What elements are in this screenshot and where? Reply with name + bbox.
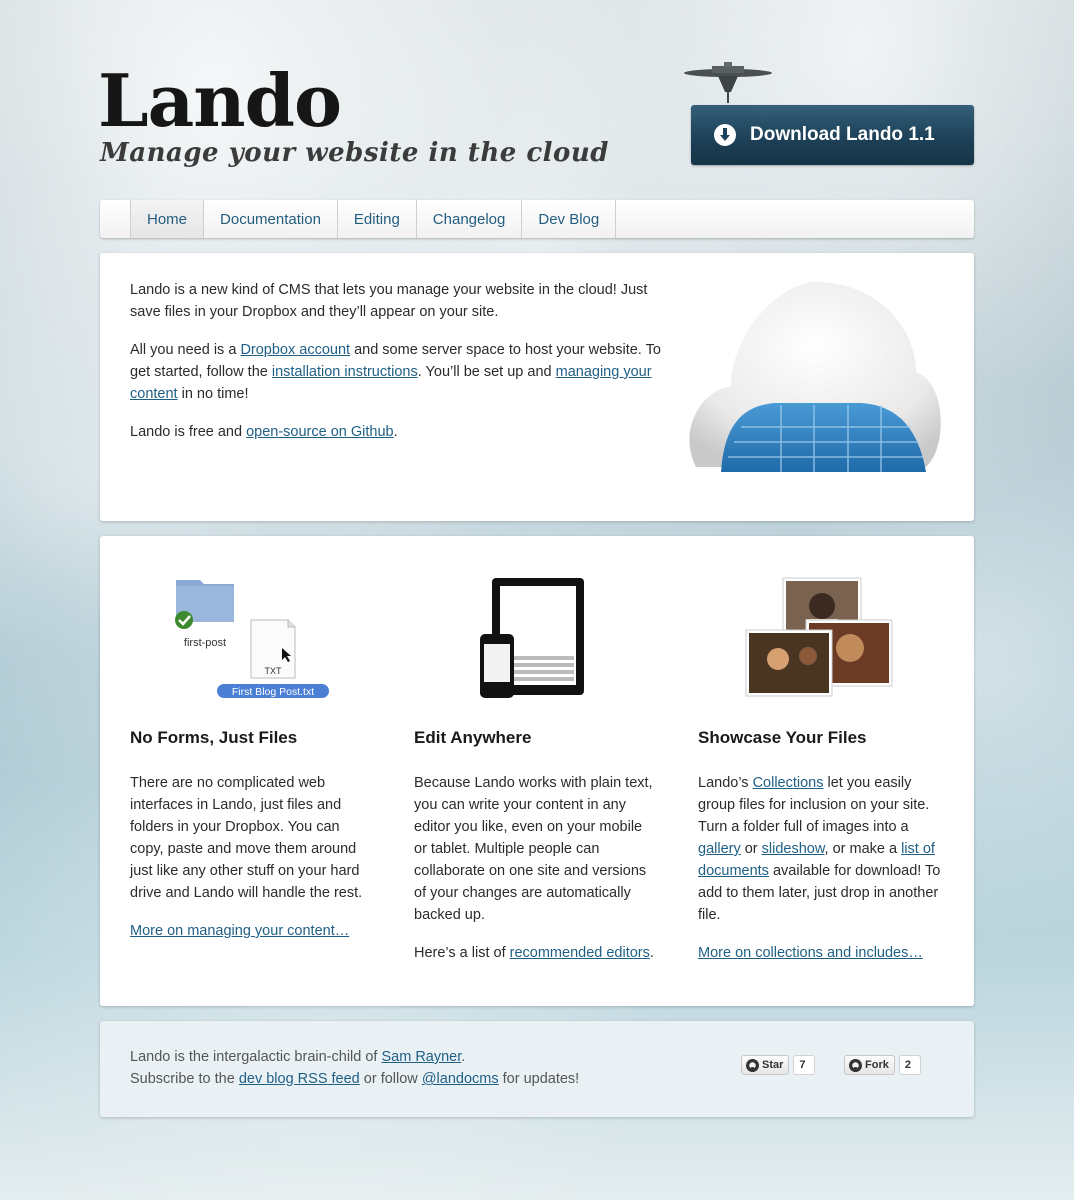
nav-item-home[interactable]: Home — [131, 200, 205, 238]
gallery-link[interactable]: gallery — [698, 841, 741, 857]
github-star-button[interactable]: Star — [741, 1055, 790, 1075]
footer-text: Lando is the intergalactic brain-child o… — [130, 1046, 579, 1090]
intro-text-span: All you need is a — [130, 342, 241, 358]
feature-editors-paragraph: Here’s a list of recommended editors. — [414, 942, 659, 964]
intro-paragraph-2: All you need is a Dropbox account and so… — [130, 339, 670, 405]
recommended-editors-link[interactable]: recommended editors — [510, 945, 650, 961]
feature-body-showcase: Lando’s Collections let you easily group… — [698, 772, 943, 980]
footer-text-span: Subscribe to the — [130, 1071, 239, 1087]
feature-paragraph: Lando’s Collections let you easily group… — [698, 772, 943, 926]
fork-label: Fork — [865, 1059, 889, 1071]
footer-text-span: . — [461, 1049, 466, 1065]
feature-body-no-forms: There are no complicated web interfaces … — [130, 772, 375, 958]
more-collections-link[interactable]: More on collections and includes… — [698, 945, 923, 961]
feature-text-span: Lando’s — [698, 775, 753, 791]
nav-item-editing[interactable]: Editing — [338, 200, 417, 238]
rss-feed-link[interactable]: dev blog RSS feed — [239, 1071, 360, 1087]
github-star-widget: Star 7 — [741, 1055, 816, 1075]
intro-text-span: . You’ll be set up and — [417, 364, 556, 380]
feature-text-span: , or make a — [824, 841, 902, 857]
folder-label: first-post — [184, 637, 226, 649]
cloud-folder-icon — [689, 282, 941, 472]
dropbox-account-link[interactable]: Dropbox account — [240, 342, 350, 358]
github-source-link[interactable]: open-source on Github — [246, 424, 394, 440]
site-logo-title[interactable]: Lando — [98, 58, 342, 143]
feature-paragraph: There are no complicated web interfaces … — [130, 775, 363, 901]
feature-text-span: . — [649, 945, 654, 961]
nav-item-documentation[interactable]: Documentation — [204, 200, 338, 238]
footer-line-2: Subscribe to the dev blog RSS feed or fo… — [130, 1068, 579, 1090]
feature-title-showcase: Showcase Your Files — [698, 728, 867, 747]
feature-text-span: Here’s a list of — [414, 945, 510, 961]
site-tagline: Manage your website in the cloud — [100, 138, 609, 168]
file-type-label: TXT — [265, 666, 283, 676]
intro-paragraph-3: Lando is free and open-source on Github. — [130, 421, 670, 443]
folder-file-icon: first-post TXT First Blog Post.txt — [175, 580, 329, 698]
feature-body-edit-anywhere: Because Lando works with plain text, you… — [414, 772, 659, 980]
github-icon — [849, 1058, 862, 1072]
fork-count[interactable]: 2 — [898, 1055, 921, 1075]
feature-title-edit-anywhere: Edit Anywhere — [414, 728, 532, 747]
nav-item-dev-blog[interactable]: Dev Blog — [522, 200, 617, 238]
intro-text-span: in no time! — [177, 386, 249, 402]
star-label: Star — [762, 1059, 784, 1071]
photo-collection-icon — [745, 577, 893, 697]
footer-text-span: for updates! — [498, 1071, 580, 1087]
intro-text-span: . — [393, 424, 398, 440]
slideshow-link[interactable]: slideshow — [762, 841, 825, 857]
more-managing-content-link[interactable]: More on managing your content… — [130, 923, 349, 939]
features-panel: first-post TXT First Blog Post.txt No Fo… — [100, 536, 974, 1006]
collections-link[interactable]: Collections — [753, 775, 824, 791]
nav-item-changelog[interactable]: Changelog — [417, 200, 523, 238]
intro-panel: Lando is a new kind of CMS that lets you… — [100, 253, 974, 521]
cloud-city-icon — [684, 62, 772, 103]
github-fork-button[interactable]: Fork — [844, 1055, 895, 1075]
feature-title-no-forms: No Forms, Just Files — [130, 728, 298, 747]
star-count[interactable]: 7 — [793, 1055, 816, 1075]
footer-panel: Lando is the intergalactic brain-child o… — [100, 1021, 974, 1117]
feature-more-paragraph: More on managing your content… — [130, 920, 375, 942]
intro-text-span: Lando is free and — [130, 424, 247, 440]
footer-line-1: Lando is the intergalactic brain-child o… — [130, 1046, 579, 1068]
author-link[interactable]: Sam Rayner — [381, 1049, 461, 1065]
feature-text-span: or — [740, 841, 762, 857]
download-label: Download Lando 1.1 — [750, 124, 935, 145]
github-icon — [746, 1058, 759, 1072]
installation-instructions-link[interactable]: installation instructions — [272, 364, 418, 380]
intro-paragraph-1: Lando is a new kind of CMS that lets you… — [130, 282, 648, 320]
feature-more-paragraph: More on collections and includes… — [698, 942, 943, 964]
file-name-label: First Blog Post.txt — [232, 686, 314, 698]
twitter-link[interactable]: @landocms — [422, 1071, 499, 1087]
download-arrow-icon — [714, 124, 736, 146]
feature-paragraph: Because Lando works with plain text, you… — [414, 775, 653, 923]
github-fork-widget: Fork 2 — [844, 1055, 921, 1075]
intro-text: Lando is a new kind of CMS that lets you… — [130, 279, 670, 459]
nav-list: Home Documentation Editing Changelog Dev… — [130, 200, 617, 238]
main-nav: Home Documentation Editing Changelog Dev… — [100, 200, 974, 238]
devices-icon — [480, 578, 584, 698]
footer-text-span: or follow — [359, 1071, 422, 1087]
footer-text-span: Lando is the intergalactic brain-child o… — [130, 1049, 382, 1065]
download-button[interactable]: Download Lando 1.1 — [691, 105, 974, 165]
